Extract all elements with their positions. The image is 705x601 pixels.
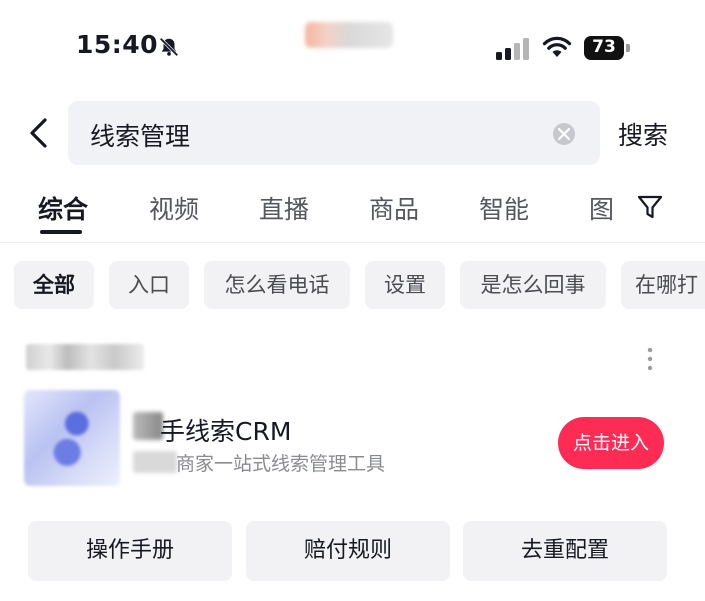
- app-icon[interactable]: [24, 390, 120, 486]
- tab-products[interactable]: 商品: [369, 190, 419, 226]
- manual-button[interactable]: 操作手册: [28, 521, 232, 581]
- tabs-divider: [0, 242, 705, 243]
- cellular-signal-icon: [496, 38, 529, 60]
- wifi-icon: [542, 36, 572, 57]
- tab-general[interactable]: 综合: [38, 190, 88, 226]
- search-button[interactable]: 搜索: [618, 116, 668, 152]
- tab-images[interactable]: 图: [589, 190, 614, 226]
- app-description: 商家一站式线索管理工具: [176, 453, 386, 475]
- blurred-account-name: [26, 344, 144, 370]
- chip-settings[interactable]: 设置: [365, 261, 445, 309]
- chip-where-to-call[interactable]: 在哪打: [621, 261, 705, 309]
- tab-live[interactable]: 直播: [259, 190, 309, 226]
- notch-blur: [305, 22, 393, 48]
- tab-smart[interactable]: 智能: [479, 190, 529, 226]
- tab-video[interactable]: 视频: [149, 190, 199, 226]
- enter-button[interactable]: 点击进入: [558, 417, 664, 469]
- chip-what-happened[interactable]: 是怎么回事: [460, 261, 606, 309]
- clear-icon[interactable]: [553, 123, 575, 145]
- battery-level: 73: [592, 37, 616, 57]
- battery-icon: 73: [584, 36, 632, 60]
- chip-entrance[interactable]: 入口: [109, 261, 189, 309]
- filter-icon[interactable]: [636, 193, 664, 221]
- bell-muted-icon: [159, 37, 179, 57]
- app-name[interactable]: 手线索CRM: [160, 412, 291, 448]
- more-vertical-icon[interactable]: [640, 346, 660, 372]
- blurred-name-prefix: [133, 412, 163, 440]
- dedup-config-button[interactable]: 去重配置: [463, 521, 667, 581]
- chip-view-phone[interactable]: 怎么看电话: [204, 261, 350, 309]
- compensation-rules-button[interactable]: 赔付规则: [246, 521, 450, 581]
- blurred-desc-prefix: [133, 451, 177, 473]
- tab-active-indicator: [40, 230, 82, 234]
- chip-all[interactable]: 全部: [14, 261, 94, 309]
- status-time: 15:40: [76, 30, 159, 59]
- search-query[interactable]: 线索管理: [90, 117, 190, 153]
- back-arrow-icon[interactable]: [26, 116, 52, 150]
